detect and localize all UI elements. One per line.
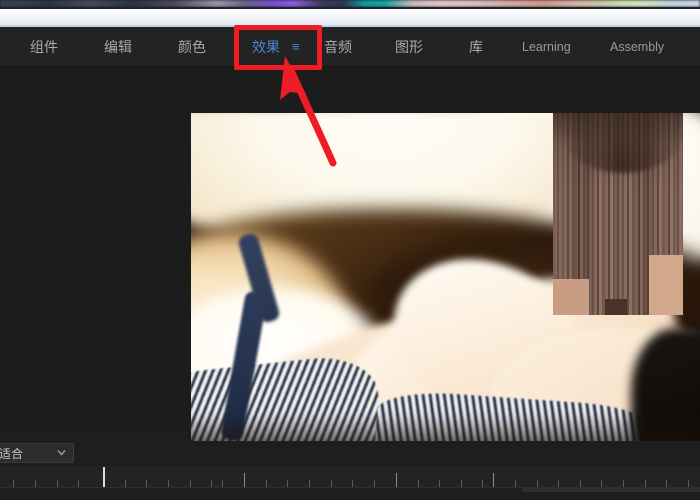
smear-notch-center [605, 299, 627, 315]
main-menu-bar: 组件 编辑 颜色 效果 ≡ 音频 图形 库 Learning Assembly [0, 27, 700, 67]
app-window: 组件 编辑 颜色 效果 ≡ 音频 图形 库 Learning Assembly [0, 0, 700, 500]
ruler-tick-minor [57, 480, 58, 487]
ruler-tick-minor [666, 480, 667, 487]
ruler-tick-minor [352, 480, 353, 487]
menu-item-edit[interactable]: 编辑 [104, 27, 132, 67]
ruler-tick-minor [601, 480, 602, 487]
ruler-tick-minor [211, 480, 212, 487]
ruler-tick-minor [331, 480, 332, 487]
top-blurred-strip [0, 0, 700, 7]
timeline-track-segment[interactable] [522, 488, 700, 492]
ruler-tick-minor [309, 480, 310, 487]
menu-item-audio[interactable]: 音频 [324, 27, 352, 67]
ruler-tick-major [396, 473, 397, 487]
menu-item-effects[interactable]: 效果 [252, 27, 280, 67]
ruler-tick-minor [13, 480, 14, 487]
menu-item-learning[interactable]: Learning [522, 27, 571, 67]
ruler-tick-minor [35, 480, 36, 487]
ruler-tick-minor [418, 480, 419, 487]
ruler-tick-minor [515, 480, 516, 487]
ruler-tick-minor [461, 480, 462, 487]
ruler-tick-major [493, 473, 494, 487]
panel-menu-icon[interactable]: ≡ [292, 27, 300, 67]
ruler-tick-minor [645, 480, 646, 487]
ruler-tick-minor [146, 480, 147, 487]
preview-bottom-shadow [191, 413, 700, 441]
ruler-tick-minor [558, 480, 559, 487]
directional-blur-smear-effect [553, 113, 683, 315]
ruler-tick-major [244, 473, 245, 487]
zoom-level-value: 适合 [0, 446, 24, 461]
menu-item-graphics[interactable]: 图形 [395, 27, 423, 67]
menu-item-components[interactable]: 组件 [30, 27, 58, 67]
ruler-tick-minor [439, 480, 440, 487]
smear-notch-left [553, 279, 589, 315]
ruler-tick-minor [623, 480, 624, 487]
timeline-playhead[interactable] [103, 467, 105, 487]
ruler-tick-minor [190, 480, 191, 487]
ruler-tick-minor [125, 480, 126, 487]
program-monitor-preview[interactable] [191, 113, 700, 441]
ruler-tick-minor [537, 480, 538, 487]
timeline-ruler[interactable] [0, 466, 700, 488]
ruler-tick-minor [374, 480, 375, 487]
ruler-tick-minor [482, 480, 483, 487]
ruler-tick-minor [78, 480, 79, 487]
ruler-tick-minor [222, 480, 223, 487]
menu-item-library[interactable]: 库 [469, 27, 483, 67]
ruler-tick-minor [580, 480, 581, 487]
ruler-tick-minor [168, 480, 169, 487]
ruler-tick-minor [287, 480, 288, 487]
ruler-tick-minor [266, 480, 267, 487]
top-light-band [0, 9, 700, 26]
zoom-level-dropdown[interactable]: 适合 [0, 443, 74, 463]
menu-item-color[interactable]: 颜色 [178, 27, 206, 67]
chevron-down-icon [56, 447, 67, 462]
menu-item-assembly[interactable]: Assembly [610, 27, 664, 67]
smear-notch-right [649, 255, 683, 315]
timeline-track-area[interactable] [0, 488, 700, 500]
ruler-tick-minor [688, 480, 689, 487]
